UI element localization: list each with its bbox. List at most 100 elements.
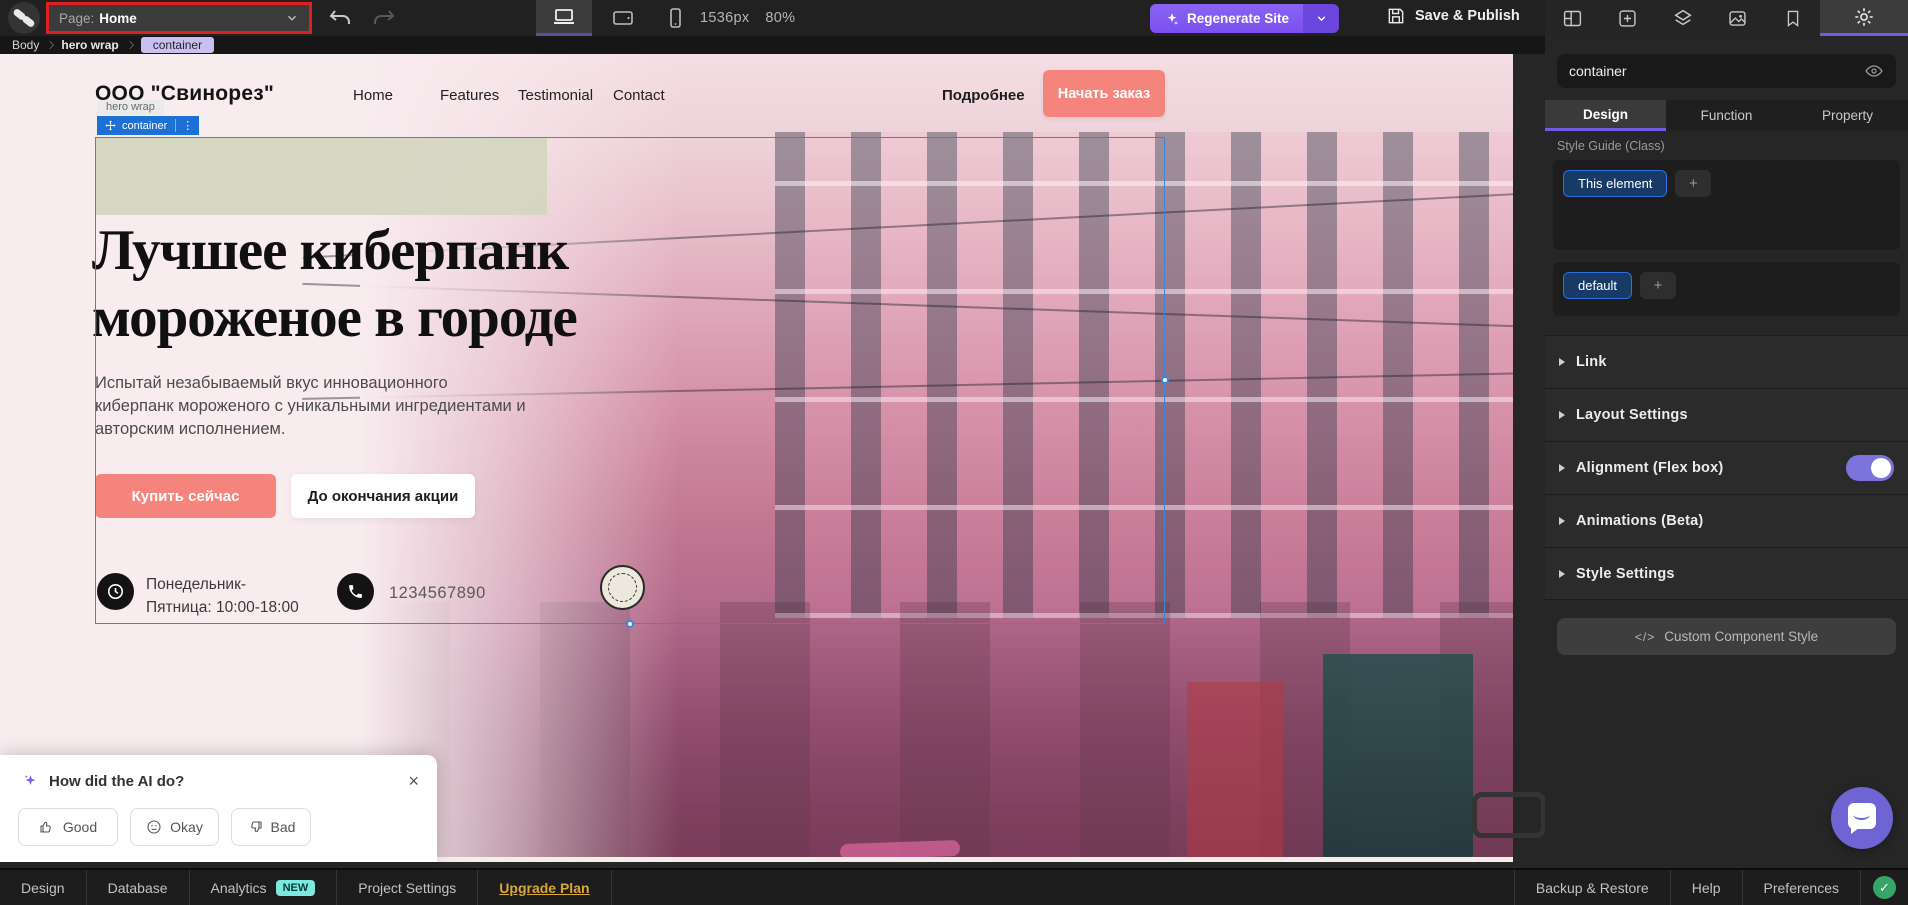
section-alignment-flexbox[interactable]: Alignment (Flex box): [1545, 441, 1908, 494]
flexbox-toggle[interactable]: [1846, 455, 1894, 481]
page-selector-dropdown[interactable]: Page: Home: [46, 2, 312, 34]
kebab-menu-icon[interactable]: ⋮: [176, 119, 199, 132]
bookmark-panel-button[interactable]: [1765, 0, 1820, 36]
container-selection-chip[interactable]: container ⋮: [97, 116, 199, 135]
neutral-face-icon: [146, 819, 162, 835]
layout-panel-button[interactable]: [1545, 0, 1600, 36]
panel-sections: Link Layout Settings Alignment (Flex box…: [1545, 335, 1908, 600]
feedback-bad-label: Bad: [271, 819, 296, 835]
regenerate-site-button[interactable]: Regenerate Site: [1150, 4, 1303, 33]
layers-panel-button[interactable]: [1655, 0, 1710, 36]
regenerate-options-button[interactable]: [1303, 4, 1339, 33]
canvas-dimensions: 1536px 80%: [700, 10, 795, 26]
bottom-tab-design[interactable]: Design: [0, 870, 87, 905]
section-layout-settings[interactable]: Layout Settings: [1545, 388, 1908, 441]
close-icon[interactable]: ×: [408, 772, 419, 790]
add-class-button[interactable]: +: [1675, 170, 1711, 197]
chevron-down-icon: [285, 11, 299, 25]
phone-icon: [337, 573, 374, 610]
breadcrumb-body[interactable]: Body: [12, 38, 39, 52]
bottom-tab-project-settings[interactable]: Project Settings: [337, 870, 478, 905]
buy-now-button[interactable]: Купить сейчас: [95, 474, 276, 518]
canvas-width-value: 1536px: [700, 10, 749, 26]
element-class-box: This element +: [1553, 160, 1900, 250]
redo-button[interactable]: [372, 8, 396, 28]
feedback-good-button[interactable]: Good: [18, 808, 118, 846]
sparkle-icon: [1164, 11, 1180, 27]
breadcrumb-hero-wrap[interactable]: hero wrap: [61, 38, 118, 52]
nav-link-testimonial[interactable]: Testimonial: [518, 87, 593, 104]
promo-button[interactable]: До окончания акции: [291, 474, 475, 518]
tab-property[interactable]: Property: [1787, 100, 1908, 131]
selection-handle-right[interactable]: [1161, 376, 1169, 384]
right-settings-panel: container Design Function Property Style…: [1545, 36, 1908, 868]
backup-restore-button[interactable]: Backup & Restore: [1514, 870, 1671, 905]
upgrade-plan-link[interactable]: Upgrade Plan: [478, 870, 611, 905]
hero-paragraph[interactable]: Испытай незабываемый вкус инновационного…: [95, 372, 527, 441]
tab-function[interactable]: Function: [1666, 100, 1787, 131]
more-link[interactable]: Подробнее: [942, 87, 1025, 104]
add-default-class-button[interactable]: +: [1640, 272, 1676, 299]
visibility-eye-icon[interactable]: [1864, 61, 1884, 81]
thumbs-down-icon: [247, 819, 263, 835]
chevron-down-icon: [1315, 12, 1328, 25]
this-element-chip[interactable]: This element: [1563, 170, 1667, 197]
hero-title-line2: мороженое в городе: [92, 284, 577, 351]
preferences-button[interactable]: Preferences: [1743, 870, 1861, 905]
site-canvas[interactable]: ООО "Свинорез" Home Features Testimonial…: [0, 54, 1513, 862]
section-link[interactable]: Link: [1545, 335, 1908, 388]
feedback-bad-button[interactable]: Bad: [231, 808, 311, 846]
chevron-right-icon: [46, 41, 54, 49]
phone-number[interactable]: 1234567890: [389, 584, 486, 603]
element-name-field[interactable]: container: [1557, 54, 1896, 88]
help-button[interactable]: Help: [1671, 870, 1743, 905]
feedback-okay-label: Okay: [170, 819, 203, 835]
order-cta-button[interactable]: Начать заказ: [1043, 70, 1165, 117]
device-mobile-button[interactable]: [647, 0, 703, 36]
nav-link-contact[interactable]: Contact: [613, 87, 665, 104]
selection-handle-bottom[interactable]: [626, 620, 634, 628]
watermark-logo: [1472, 792, 1546, 838]
tab-design[interactable]: Design: [1545, 100, 1666, 131]
save-publish-label: Save & Publish: [1415, 8, 1520, 24]
default-class-chip[interactable]: default: [1563, 272, 1632, 299]
page-selector-label: Page:: [59, 11, 94, 26]
feedback-okay-button[interactable]: Okay: [130, 808, 219, 846]
app-logo-icon[interactable]: [8, 2, 40, 34]
statusbar-spacer: [612, 870, 1514, 905]
settings-panel-button[interactable]: [1820, 0, 1908, 36]
custom-component-style-button[interactable]: </> Custom Component Style: [1557, 618, 1896, 655]
status-ok-icon[interactable]: ✓: [1873, 876, 1896, 899]
clock-icon: [97, 573, 134, 610]
breadcrumb-container[interactable]: container: [141, 37, 214, 53]
nav-link-home[interactable]: Home: [353, 87, 393, 104]
feedback-good-label: Good: [63, 819, 97, 835]
bottom-tab-analytics[interactable]: Analytics NEW: [190, 870, 338, 905]
undo-button[interactable]: [328, 8, 352, 28]
add-element-panel-button[interactable]: [1600, 0, 1655, 36]
device-tablet-button[interactable]: [595, 0, 651, 36]
ai-feedback-popup: How did the AI do? × Good Okay Bad: [0, 755, 437, 862]
app-window: Page: Home 1536px 80% Rege: [0, 0, 1908, 905]
device-desktop-button[interactable]: [536, 0, 592, 36]
regenerate-site-label: Regenerate Site: [1187, 11, 1289, 26]
opening-hours[interactable]: Понедельник- Пятница: 10:00-18:00: [146, 573, 299, 619]
hero-title[interactable]: Лучшее киберпанк мороженое в городе: [92, 217, 577, 351]
nav-link-features[interactable]: Features: [440, 87, 499, 104]
canvas-zoom-value[interactable]: 80%: [765, 10, 795, 26]
save-publish-button[interactable]: Save & Publish: [1386, 6, 1520, 26]
new-badge: NEW: [276, 880, 316, 896]
section-animations[interactable]: Animations (Beta): [1545, 494, 1908, 547]
top-toolbar: Page: Home 1536px 80% Rege: [0, 0, 1908, 36]
hero-wrap-label[interactable]: hero wrap: [97, 100, 164, 115]
opening-hours-line2: Пятница: 10:00-18:00: [146, 596, 299, 619]
bottom-tab-database[interactable]: Database: [87, 870, 190, 905]
caret-right-icon: [1559, 464, 1565, 472]
section-style-settings[interactable]: Style Settings: [1545, 547, 1908, 600]
container-chip-main[interactable]: container: [97, 120, 175, 132]
assets-panel-button[interactable]: [1710, 0, 1765, 36]
chevron-right-icon: [125, 41, 133, 49]
sage-color-block: [95, 137, 547, 215]
style-guide-label: Style Guide (Class): [1557, 139, 1665, 153]
chat-widget-button[interactable]: [1831, 787, 1893, 849]
